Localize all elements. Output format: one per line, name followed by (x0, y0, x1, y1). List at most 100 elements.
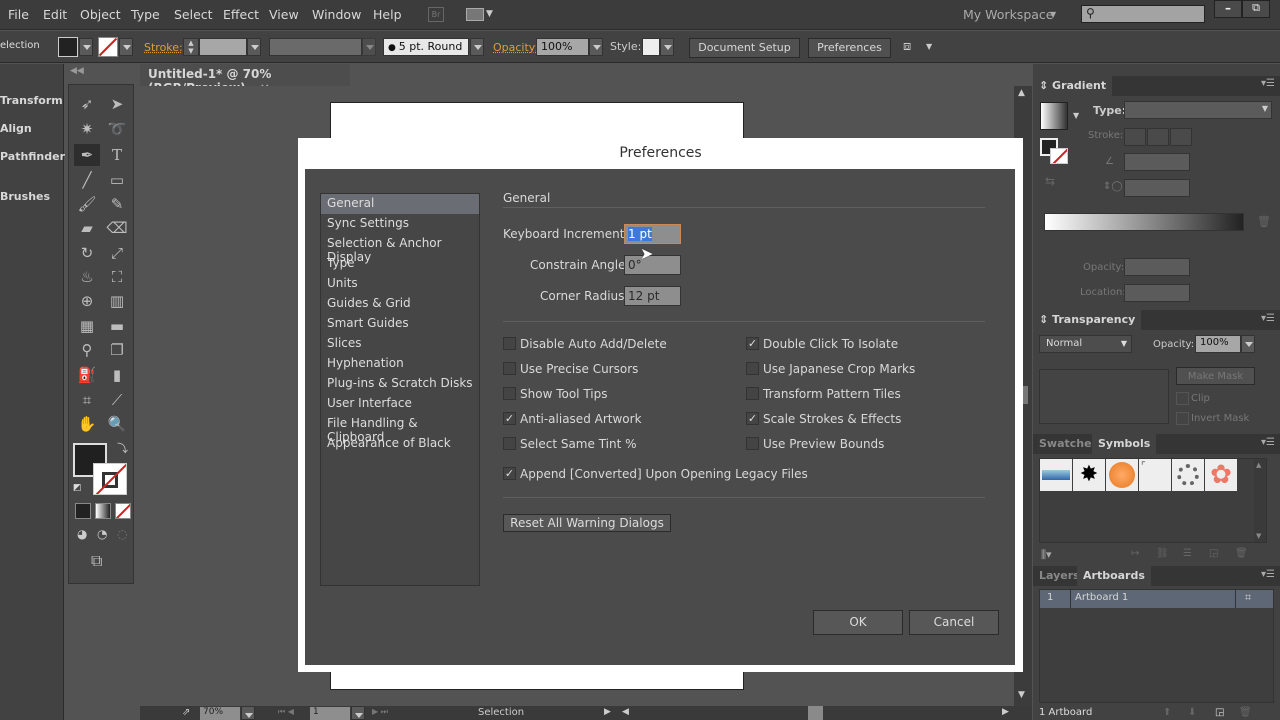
scale-strokes-checkbox[interactable]: ✓ (746, 412, 759, 425)
menu-type[interactable]: Type (131, 7, 160, 22)
scroll-left-icon[interactable]: ◀ (622, 707, 629, 717)
variable-width-dropdown[interactable] (362, 38, 376, 56)
collapse-panels-icon[interactable]: ◀◀ (70, 66, 84, 76)
status-menu-icon[interactable]: ▶ (604, 707, 611, 717)
direct-selection-tool-icon[interactable]: ➤ (104, 93, 130, 115)
style-dropdown[interactable] (660, 38, 674, 56)
stroke-along-icon[interactable] (1147, 128, 1169, 146)
last-artboard-icon[interactable]: ▶ ⏭ (372, 707, 388, 717)
menu-select[interactable]: Select (174, 7, 213, 22)
delete-stop-icon[interactable]: 🗑 (1257, 215, 1271, 228)
category-type[interactable]: Type (321, 254, 479, 274)
stop-opacity-field[interactable] (1124, 258, 1190, 276)
isolate-selection-icon[interactable]: ⧈ (903, 39, 911, 54)
draw-normal-icon[interactable]: ◕ (77, 527, 87, 541)
stroke-weight-field[interactable] (199, 38, 247, 56)
warp-tool-icon[interactable]: ♨ (74, 266, 100, 288)
append-converted-checkbox[interactable]: ✓ (503, 467, 516, 480)
gradient-slider[interactable] (1044, 213, 1244, 231)
screen-mode-icon[interactable]: ⧉ (91, 551, 102, 571)
artboard-nav-field[interactable]: 1 (310, 707, 350, 720)
category-sync-settings[interactable]: Sync Settings (321, 214, 479, 234)
break-link-icon[interactable]: ⛓ (1156, 548, 1169, 559)
panel-align[interactable]: Align (0, 122, 32, 135)
menu-window[interactable]: Window (312, 7, 361, 22)
symbol-libraries-icon[interactable]: ⫼▾ (1041, 548, 1052, 562)
gradient-mode-icon[interactable] (95, 503, 111, 519)
menu-object[interactable]: Object (80, 7, 121, 22)
zoom-tool-icon[interactable]: 🔍 (104, 413, 130, 435)
fill-dropdown[interactable] (79, 38, 93, 56)
tab-artboards[interactable]: Artboards (1077, 566, 1151, 586)
chevron-down-icon[interactable]: ▼ (486, 9, 493, 19)
rotate-tool-icon[interactable]: ↻ (74, 242, 100, 264)
preferences-button[interactable]: Preferences (808, 38, 891, 58)
move-down-icon[interactable]: ⬇ (1188, 707, 1196, 718)
symbol-sprayer-tool-icon[interactable]: ⛽ (74, 364, 100, 386)
variable-width-field[interactable] (269, 38, 362, 56)
document-setup-button[interactable]: Document Setup (689, 38, 800, 58)
menu-effect[interactable]: Effect (223, 7, 259, 22)
stroke-dropdown[interactable] (119, 38, 133, 56)
category-slices[interactable]: Slices (321, 334, 479, 354)
cancel-button[interactable]: Cancel (909, 610, 999, 635)
new-artboard-icon[interactable]: ◲ (1215, 707, 1224, 718)
symbol-blue-banner[interactable] (1040, 459, 1072, 491)
category-file-handling[interactable]: File Handling & Clipboard (321, 414, 479, 444)
search-input[interactable]: ⚲ (1081, 5, 1205, 23)
draw-behind-icon[interactable]: ◔ (97, 527, 107, 541)
first-artboard-icon[interactable]: ⏮ ◀ (278, 707, 294, 717)
category-plugins-scratch[interactable]: Plug-ins & Scratch Disks (321, 374, 479, 394)
symbols-scrollbar[interactable]: ▲ ▼ (1254, 459, 1266, 542)
minimize-button[interactable]: – (1214, 0, 1242, 18)
style-swatch[interactable] (642, 38, 660, 56)
reset-warning-dialogs-button[interactable]: Reset All Warning Dialogs (503, 514, 671, 532)
gradient-preview-swatch[interactable] (1040, 102, 1068, 130)
new-symbol-icon[interactable]: ◲ (1209, 548, 1218, 559)
menu-view[interactable]: View (269, 7, 299, 22)
opacity-dropdown[interactable] (589, 38, 603, 56)
stroke-swatch[interactable] (98, 37, 118, 57)
tab-symbols[interactable]: Symbols (1092, 434, 1157, 454)
transparency-opacity-field[interactable]: 100% (1195, 335, 1241, 353)
transform-pattern-tiles-checkbox[interactable] (746, 387, 759, 400)
show-tool-tips-checkbox[interactable] (503, 387, 516, 400)
draw-inside-icon[interactable]: ◌ (117, 527, 127, 541)
pencil-tool-icon[interactable]: ✎ (104, 193, 130, 215)
lasso-tool-icon[interactable]: ➰ (104, 118, 130, 140)
preview-bounds-checkbox[interactable] (746, 437, 759, 450)
angle-field[interactable] (1124, 153, 1190, 171)
artboard-row[interactable]: 1 Artboard 1 ⌗ (1040, 590, 1273, 608)
keyboard-increment-field[interactable]: 1 pt (624, 224, 681, 244)
corner-radius-field[interactable]: 12 pt (624, 286, 681, 306)
perspective-grid-tool-icon[interactable]: ▥ (104, 290, 130, 312)
stroke-across-icon[interactable] (1170, 128, 1192, 146)
hand-tool-icon[interactable]: ✋ (74, 413, 100, 435)
panel-brushes[interactable]: Brushes (0, 190, 50, 203)
category-hyphenation[interactable]: Hyphenation (321, 354, 479, 374)
share-icon[interactable]: ⇗ (182, 707, 190, 718)
zoom-field[interactable]: 70% (200, 707, 240, 720)
bridge-icon[interactable]: Br (428, 7, 444, 22)
category-user-interface[interactable]: User Interface (321, 394, 479, 414)
chevron-down-icon[interactable]: ▼ (1073, 111, 1079, 120)
japanese-crop-marks-checkbox[interactable] (746, 362, 759, 375)
artboard-nav-dropdown[interactable] (351, 706, 365, 720)
symbol-orange-button[interactable] (1106, 459, 1138, 491)
scroll-down-icon[interactable]: ▼ (1018, 690, 1025, 700)
blend-tool-icon[interactable]: ❐ (104, 339, 130, 361)
stroke-within-icon[interactable] (1124, 128, 1146, 146)
panel-menu-icon[interactable]: ▾☰ (1261, 437, 1275, 448)
color-mode-icon[interactable] (75, 503, 91, 519)
document-tab[interactable]: Untitled-1* @ 70% (RGB/Preview) × (140, 64, 350, 95)
default-colors-icon[interactable]: ◩ (73, 483, 82, 493)
horizontal-scroll-thumb[interactable] (808, 706, 823, 720)
mesh-tool-icon[interactable]: ▦ (74, 315, 100, 337)
selection-tool-icon[interactable]: ➶ (74, 93, 100, 115)
paintbrush-tool-icon[interactable]: 🖌 (74, 193, 100, 215)
place-symbol-icon[interactable]: ↦ (1131, 548, 1139, 559)
brush-definition-field[interactable]: ● 5 pt. Round (383, 38, 469, 56)
artboard-options-icon[interactable]: ⌗ (1245, 591, 1251, 605)
none-mode-icon[interactable] (115, 503, 131, 519)
clip-checkbox[interactable] (1176, 392, 1189, 405)
